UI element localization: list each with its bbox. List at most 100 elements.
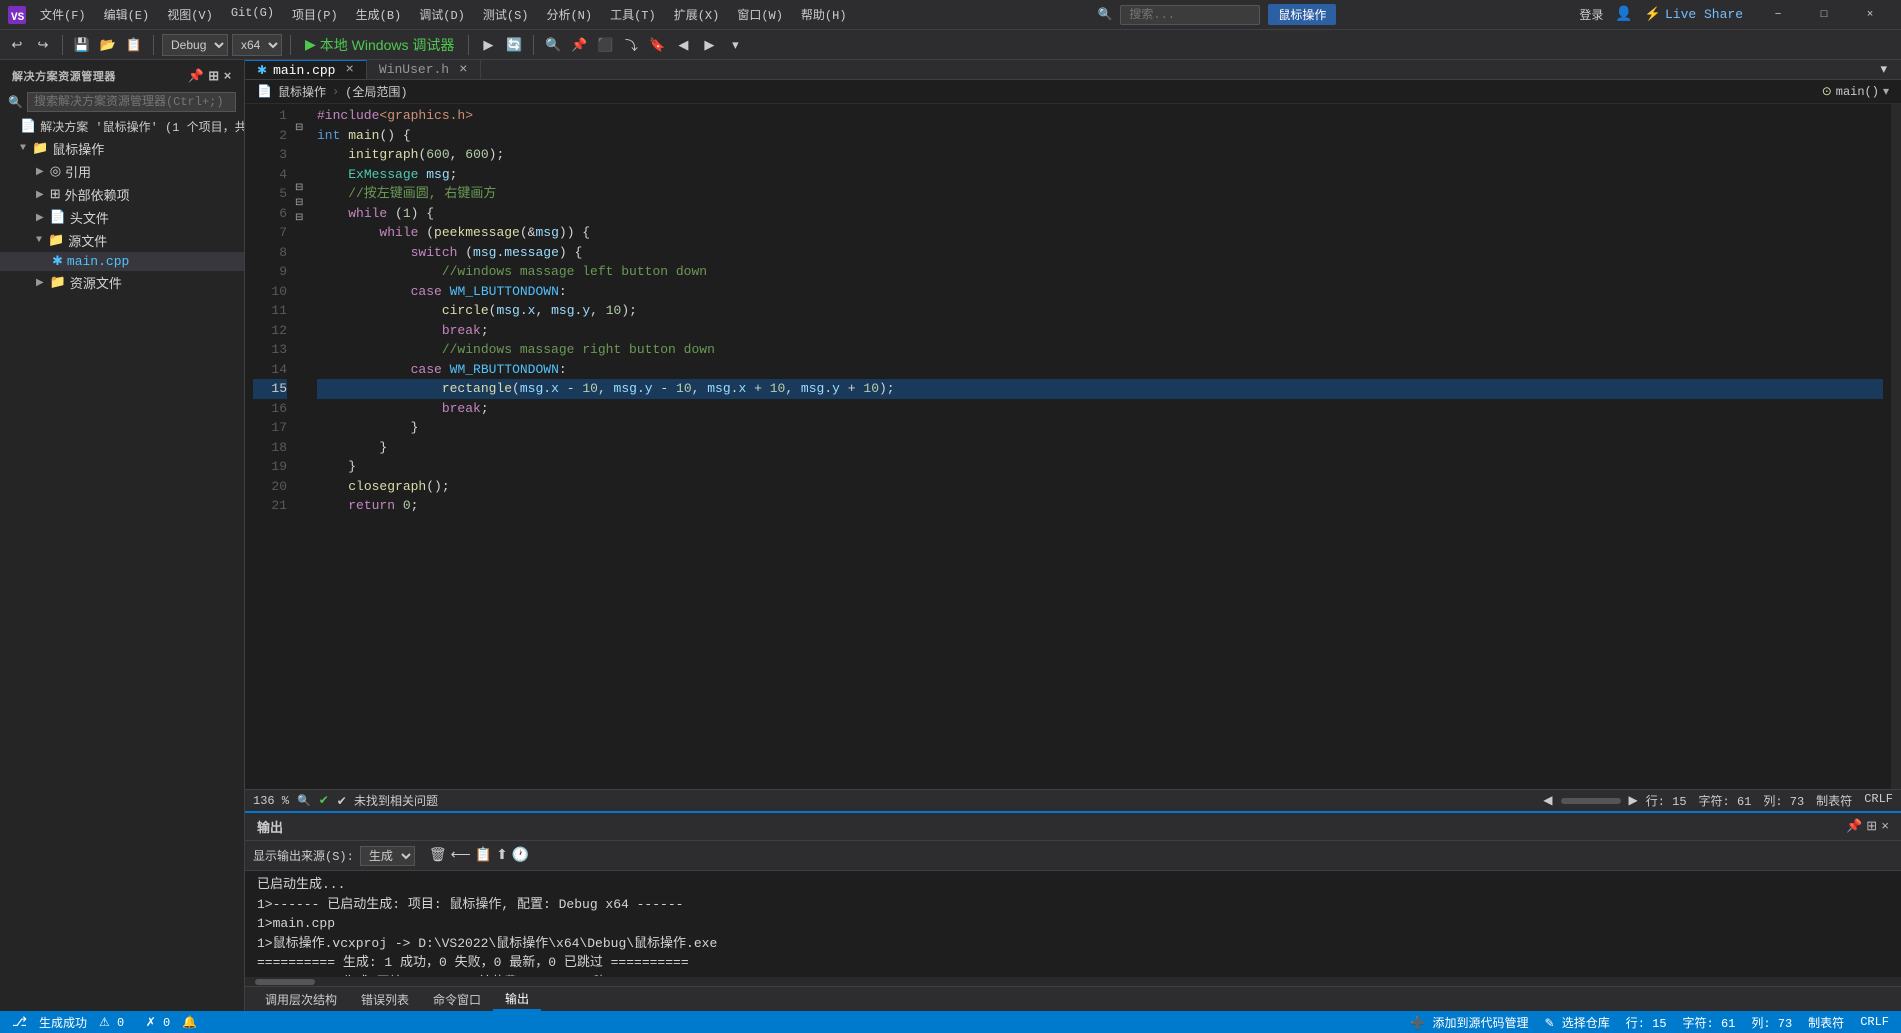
output-line-5: ========== 生成: 1 成功，0 失败，0 最新，0 已跳过 ====… [257, 953, 1889, 973]
tree-references[interactable]: ▶ ◎ 引用 [0, 160, 244, 183]
menu-analyze[interactable]: 分析(N) [538, 4, 600, 25]
toolbar-save-all[interactable]: 💾 [71, 34, 93, 56]
status-tab-size[interactable]: 制表符 [1808, 1014, 1844, 1031]
menu-file[interactable]: 文件(F) [32, 4, 94, 25]
tab-main-cpp-close[interactable]: × [345, 63, 353, 77]
toolbar-attach[interactable]: 📌 [568, 34, 590, 56]
toolbar-redo[interactable]: ↪ [32, 34, 54, 56]
breadcrumb-func[interactable]: main() [1836, 85, 1879, 99]
toolbar-continue[interactable]: ▶ [477, 34, 499, 56]
toolbar-step-over[interactable]: ⤵ [620, 34, 642, 56]
menu-extensions[interactable]: 扩展(X) [666, 4, 728, 25]
tree-main-cpp[interactable]: ✱ main.cpp [0, 252, 244, 271]
toolbar-breakpoint[interactable]: ⬛ [594, 34, 616, 56]
output-scroll-top-icon[interactable]: ⬆ [496, 847, 508, 864]
output-source-select[interactable]: 生成 [360, 846, 415, 866]
menu-edit[interactable]: 编辑(E) [96, 4, 158, 25]
status-encoding[interactable]: CRLF [1860, 1015, 1889, 1029]
status-col[interactable]: 列: 73 [1751, 1014, 1792, 1031]
sidebar-split-icon[interactable]: ⊞ [208, 69, 219, 84]
toolbar-bookmark-prev[interactable]: ◀ [672, 34, 694, 56]
output-scroll-icon[interactable]: 🕐 [512, 847, 529, 864]
toolbar-bookmark[interactable]: 🔖 [646, 34, 668, 56]
sidebar-close-icon[interactable]: × [224, 69, 232, 84]
tree-source-files[interactable]: ▼ 📁 源文件 [0, 229, 244, 252]
status-cursor[interactable]: 行: 15 [1626, 1014, 1667, 1031]
toolbar-bookmark-next[interactable]: ▶ [698, 34, 720, 56]
tab-main-cpp[interactable]: ✱ main.cpp × [245, 60, 367, 79]
code-content[interactable]: #include<graphics.h> int main() { initgr… [309, 104, 1891, 789]
status-select-repo[interactable]: ✎ 选择仓库 [1544, 1014, 1609, 1031]
login-btn[interactable]: 登录 [1579, 6, 1603, 23]
output-wrap-icon[interactable]: ⟵ [451, 847, 471, 864]
editor-scroll-right-icon[interactable]: ▶ [1629, 793, 1638, 808]
minimize-button[interactable]: − [1755, 0, 1801, 30]
toolbar-search-code[interactable]: 🔍 [542, 34, 564, 56]
editor-vertical-scrollbar[interactable] [1891, 104, 1901, 789]
editor-scrollbar-thumb-h[interactable] [1561, 798, 1621, 804]
menu-build[interactable]: 生成(B) [348, 4, 410, 25]
status-errors[interactable]: ⚠ 0 ✗ 0 [99, 1015, 170, 1030]
menu-help[interactable]: 帮助(H) [793, 4, 855, 25]
tab-command-window[interactable]: 命令窗口 [421, 989, 493, 1010]
output-close-icon[interactable]: × [1881, 819, 1889, 834]
code-editor: 123456 789101112 1314 15 161718192021 ⊟ … [245, 104, 1901, 789]
tree-resource-files[interactable]: ▶ 📁 资源文件 [0, 271, 244, 294]
editor-scroll-left-icon[interactable]: ◀ [1543, 793, 1552, 808]
tab-error-list[interactable]: 错误列表 [349, 989, 421, 1010]
menu-project[interactable]: 项目(P) [284, 4, 346, 25]
menu-git[interactable]: Git(G) [223, 4, 282, 25]
output-scrollbar-thumb[interactable] [255, 979, 315, 985]
run-button[interactable]: ▶ 本地 Windows 调试器 [299, 33, 460, 57]
status-build-result[interactable]: 生成成功 [39, 1014, 87, 1031]
toolbar-undo[interactable]: ↩ [6, 34, 28, 56]
menu-tools[interactable]: 工具(T) [602, 4, 664, 25]
menu-test[interactable]: 测试(S) [475, 4, 537, 25]
menu-view[interactable]: 视图(V) [159, 4, 221, 25]
tab-main-cpp-icon: ✱ [257, 63, 267, 78]
line-ending[interactable]: CRLF [1864, 792, 1893, 809]
dropdown-tabs-icon[interactable]: ▾ [1874, 60, 1893, 79]
output-clear-icon[interactable]: 🗑 [429, 847, 447, 864]
tab-winuser[interactable]: WinUser.h × [367, 60, 481, 79]
status-bell-icon[interactable]: 🔔 [182, 1015, 197, 1030]
toolbar-open[interactable]: 📂 [97, 34, 119, 56]
breadcrumb-scope[interactable]: (全局范围) [345, 83, 407, 100]
maximize-button[interactable]: □ [1801, 0, 1847, 30]
toolbar-refresh[interactable]: 🔄 [503, 34, 525, 56]
tree-header-files[interactable]: ▶ 📄 头文件 [0, 206, 244, 229]
user-icon: 👤 [1615, 6, 1632, 23]
tab-call-hierarchy[interactable]: 调用层次结构 [253, 989, 349, 1010]
output-scrollbar-h[interactable] [245, 976, 1901, 986]
toolbar-save[interactable]: 📋 [123, 34, 145, 56]
sidebar-pin-icon[interactable]: 📌 [187, 69, 204, 84]
tab-output[interactable]: 输出 [493, 988, 541, 1011]
menu-window[interactable]: 窗口(W) [729, 4, 791, 25]
platform-select[interactable]: x64 [232, 34, 282, 56]
tree-project[interactable]: ▼ 📁 鼠标操作 [0, 137, 244, 160]
close-button[interactable]: × [1847, 0, 1893, 30]
tab-type[interactable]: 制表符 [1816, 792, 1852, 809]
tab-winuser-close[interactable]: × [459, 63, 467, 77]
sidebar-search-icon: 🔍 [8, 95, 23, 110]
output-copy-icon[interactable]: 📋 [475, 847, 492, 864]
breadcrumb-func-arrow[interactable]: ▾ [1883, 84, 1889, 99]
output-split-icon[interactable]: ⊞ [1866, 819, 1877, 834]
editor-zoom[interactable]: 136 % [253, 794, 289, 808]
titlebar-search-input[interactable] [1120, 5, 1260, 25]
output-header-actions: 📌 ⊞ × [1846, 819, 1889, 834]
code-line-20: closegraph(); [317, 477, 1883, 497]
fold-indicators: ⊟ ⊟ ⊟ ⊟ [295, 104, 309, 789]
debug-config-select[interactable]: Debug [162, 34, 228, 56]
toolbar-sep-3 [290, 35, 291, 55]
status-add-source[interactable]: ➕ 添加到源代码管理 [1410, 1014, 1528, 1031]
ext-deps-icon: ⊞ [50, 187, 61, 202]
status-char[interactable]: 字符: 61 [1683, 1014, 1736, 1031]
menu-debug[interactable]: 调试(D) [411, 4, 473, 25]
output-pin-icon[interactable]: 📌 [1846, 819, 1862, 834]
tree-external-deps[interactable]: ▶ ⊞ 外部依赖项 [0, 183, 244, 206]
liveshare-button[interactable]: ⚡ Live Share [1645, 7, 1743, 22]
sidebar-search-input[interactable] [27, 92, 236, 112]
breadcrumb-file[interactable]: 鼠标操作 [278, 83, 326, 100]
toolbar-bookmark-list[interactable]: ▾ [724, 34, 746, 56]
